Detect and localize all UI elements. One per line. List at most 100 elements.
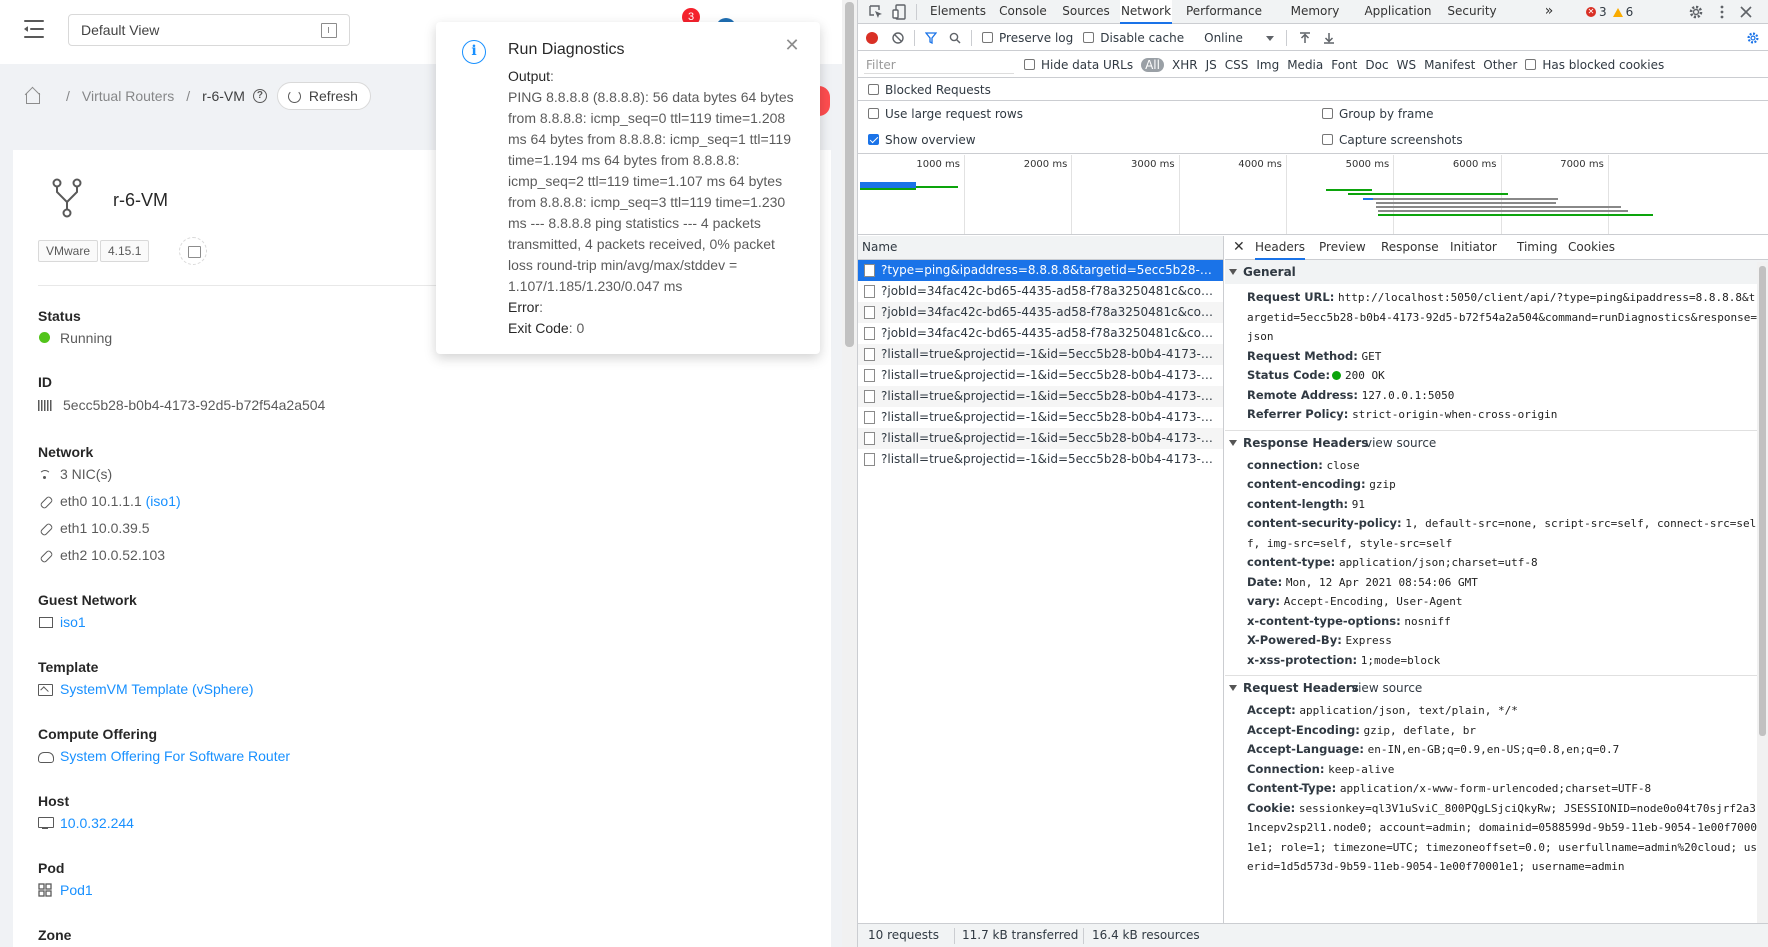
type-filter-other[interactable]: Other xyxy=(1483,58,1517,72)
console-button[interactable] xyxy=(179,237,207,265)
scrollbar-thumb[interactable] xyxy=(845,2,854,347)
import-har-icon[interactable] xyxy=(1299,31,1311,44)
search-icon[interactable] xyxy=(949,32,961,44)
type-filter-media[interactable]: Media xyxy=(1287,58,1323,72)
hide-data-urls-checkbox[interactable]: Hide data URLs xyxy=(1024,58,1133,72)
type-filter-all[interactable]: All xyxy=(1141,57,1164,72)
header-row: content-length: 91 xyxy=(1225,495,1768,515)
close-icon[interactable]: ✕ xyxy=(783,36,801,54)
reload-icon xyxy=(287,89,301,103)
request-row[interactable]: ?listall=true&projectid=-1&id=5ecc5b28-b… xyxy=(858,449,1223,470)
header-key: Cookie: xyxy=(1247,800,1296,815)
request-row[interactable]: ?listall=true&projectid=-1&id=5ecc5b28-b… xyxy=(858,407,1223,428)
tab-elements[interactable]: Elements xyxy=(928,0,988,24)
menu-toggle-icon[interactable] xyxy=(24,20,44,38)
view-source-link[interactable]: view source xyxy=(1351,676,1422,700)
help-icon[interactable]: ? xyxy=(252,89,267,103)
breadcrumb-virtual-routers[interactable]: Virtual Routers xyxy=(82,88,174,104)
layout-icon[interactable] xyxy=(321,23,337,38)
filter-input[interactable]: Filter xyxy=(864,56,1014,74)
request-row[interactable]: ?type=ping&ipaddress=8.8.8.8&targetid=5e… xyxy=(858,260,1223,281)
request-row[interactable]: ?listall=true&projectid=-1&id=5ecc5b28-b… xyxy=(858,386,1223,407)
header-value: application/json, text/plain, */* xyxy=(1299,704,1518,717)
page-scrollbar[interactable] xyxy=(842,0,857,947)
type-filter-ws[interactable]: WS xyxy=(1397,58,1416,72)
throttle-select[interactable]: Online xyxy=(1204,31,1275,45)
request-row[interactable]: ?listall=true&projectid=-1&id=5ecc5b28-b… xyxy=(858,428,1223,449)
timeline-bar xyxy=(1326,189,1372,191)
detail-tab-cookies[interactable]: Cookies xyxy=(1568,236,1615,260)
host-link[interactable]: 10.0.32.244 xyxy=(60,815,134,831)
type-filter-css[interactable]: CSS xyxy=(1225,58,1249,72)
tab-performance[interactable]: Performance xyxy=(1176,0,1272,24)
device-toolbar-icon[interactable] xyxy=(892,4,908,20)
template-link[interactable]: SystemVM Template (vSphere) xyxy=(60,681,253,697)
group-by-frame-checkbox[interactable]: Group by frame xyxy=(1322,107,1433,121)
detail-tab-initiator[interactable]: Initiator xyxy=(1450,236,1497,260)
template-label: Template xyxy=(38,659,99,675)
request-row[interactable]: ?jobId=34fac42c-bd65-4435-ad58-f78a32504… xyxy=(858,323,1223,344)
export-har-icon[interactable] xyxy=(1323,32,1335,44)
home-icon[interactable] xyxy=(24,88,40,104)
inspect-element-icon[interactable] xyxy=(868,4,884,20)
type-filter-xhr[interactable]: XHR xyxy=(1172,58,1198,72)
tab-console[interactable]: Console xyxy=(994,0,1052,24)
disable-cache-checkbox[interactable]: Disable cache xyxy=(1083,31,1184,45)
timeline-bar xyxy=(860,182,916,190)
network-overview-timeline[interactable]: 1000 ms 2000 ms 3000 ms 4000 ms 5000 ms 6000 … xyxy=(858,155,1768,235)
network-settings-gear-icon[interactable] xyxy=(1746,31,1760,45)
request-method-row: Request Method: GET xyxy=(1225,347,1768,367)
detail-scrollbar[interactable] xyxy=(1757,262,1768,923)
timeline-bar xyxy=(916,186,958,188)
scrollbar-thumb[interactable] xyxy=(1759,266,1766,736)
tab-network[interactable]: Network xyxy=(1120,0,1172,24)
close-detail-icon[interactable]: ✕ xyxy=(1233,236,1245,260)
hide-data-urls-label: Hide data URLs xyxy=(1041,57,1134,72)
request-row[interactable]: ?jobId=34fac42c-bd65-4435-ad58-f78a32504… xyxy=(858,281,1223,302)
filter-icon[interactable] xyxy=(925,31,937,44)
request-headers-section-header[interactable]: Request Headers view source xyxy=(1225,675,1768,699)
refresh-button[interactable]: Refresh xyxy=(276,82,371,110)
gear-icon[interactable] xyxy=(1688,4,1704,20)
request-row[interactable]: ?listall=true&projectid=-1&id=5ecc5b28-b… xyxy=(858,344,1223,365)
kebab-menu-icon[interactable] xyxy=(1714,4,1730,20)
response-headers-section-header[interactable]: Response Headers view source xyxy=(1225,429,1768,455)
picture-icon xyxy=(38,682,53,696)
issues-counter[interactable]: ✕ 3 6 xyxy=(1586,0,1633,24)
large-rows-checkbox[interactable]: Use large request rows xyxy=(868,107,1023,121)
tab-memory[interactable]: Memory xyxy=(1278,0,1352,24)
link-icon xyxy=(38,521,52,535)
clear-icon[interactable] xyxy=(892,31,904,44)
preserve-log-checkbox[interactable]: Preserve log xyxy=(982,31,1073,45)
show-overview-checkbox[interactable]: Show overview xyxy=(868,133,976,147)
type-filter-manifest[interactable]: Manifest xyxy=(1424,58,1475,72)
type-filter-img[interactable]: Img xyxy=(1256,58,1279,72)
type-filter-doc[interactable]: Doc xyxy=(1365,58,1388,72)
tab-application[interactable]: Application xyxy=(1358,0,1438,24)
compute-offering-link[interactable]: System Offering For Software Router xyxy=(60,748,290,764)
detail-tab-preview[interactable]: Preview xyxy=(1319,236,1366,260)
name-column-header[interactable]: Name xyxy=(858,236,1223,260)
type-filter-js[interactable]: JS xyxy=(1206,58,1217,72)
close-icon[interactable] xyxy=(1738,4,1754,20)
has-blocked-cookies-checkbox[interactable]: Has blocked cookies xyxy=(1525,58,1664,72)
detail-tab-response[interactable]: Response xyxy=(1381,236,1439,260)
tab-sources[interactable]: Sources xyxy=(1058,0,1114,24)
more-tabs-icon[interactable]: » xyxy=(1539,0,1559,24)
request-row[interactable]: ?jobId=34fac42c-bd65-4435-ad58-f78a32504… xyxy=(858,302,1223,323)
detail-tab-timing[interactable]: Timing xyxy=(1517,236,1558,260)
view-select[interactable]: Default View xyxy=(68,14,350,46)
view-source-link[interactable]: view source xyxy=(1365,431,1436,455)
header-value: 1;mode=block xyxy=(1360,653,1441,667)
type-filter-font[interactable]: Font xyxy=(1331,58,1357,72)
general-section-header[interactable]: General xyxy=(1225,260,1768,284)
record-icon[interactable] xyxy=(866,31,878,44)
tab-security[interactable]: Security xyxy=(1444,0,1500,24)
nic-eth0-network-link[interactable]: (iso1) xyxy=(146,493,181,509)
request-row[interactable]: ?listall=true&projectid=-1&id=5ecc5b28-b… xyxy=(858,365,1223,386)
guest-network-link[interactable]: iso1 xyxy=(60,614,86,630)
detail-tab-headers[interactable]: Headers xyxy=(1255,236,1305,260)
capture-screenshots-checkbox[interactable]: Capture screenshots xyxy=(1322,133,1463,147)
pod-link[interactable]: Pod1 xyxy=(60,882,93,898)
blocked-requests-checkbox[interactable]: Blocked Requests xyxy=(868,83,991,97)
